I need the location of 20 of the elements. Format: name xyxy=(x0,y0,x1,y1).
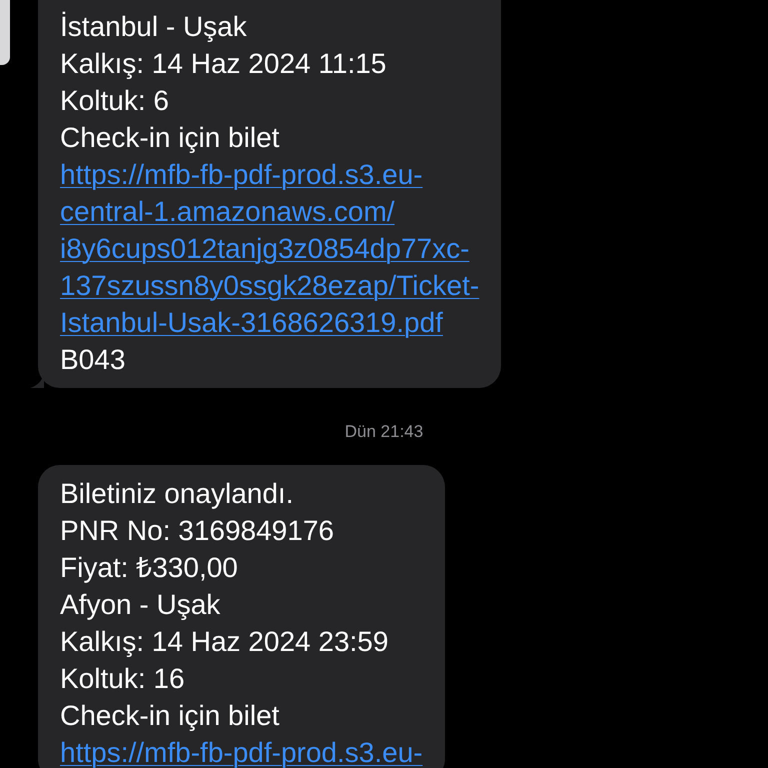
message-timestamp: Dün 21:43 xyxy=(344,421,424,443)
link[interactable]: https://mfb-fb-pdf-prod.s3.eu- xyxy=(60,734,423,768)
message-text: Kalkış: 14 Haz 2024 11:15 xyxy=(60,47,386,81)
message-text: Check-in için bilet xyxy=(60,699,280,733)
message-text: Koltuk: 6 xyxy=(60,84,169,118)
message-text: B043 xyxy=(60,343,126,377)
link[interactable]: 137szussn8y0ssgk28ezap/Ticket- xyxy=(60,267,480,304)
link[interactable]: i8y6cups012tanjg3z0854dp77xc- xyxy=(60,230,470,267)
link[interactable]: Istanbul-Usak-3168626319.pdf xyxy=(60,304,443,341)
message-text: Check-in için bilet xyxy=(60,121,280,155)
message-text: İstanbul - Uşak xyxy=(60,10,247,44)
message-text: Fiyat: ₺330,00 xyxy=(60,551,238,585)
message-text: PNR No: 3169849176 xyxy=(60,514,334,548)
link[interactable]: central-1.amazonaws.com/ xyxy=(60,193,395,230)
panel-edge xyxy=(0,0,10,65)
message-text: Kalkış: 14 Haz 2024 23:59 xyxy=(60,625,388,659)
message-text: Koltuk: 16 xyxy=(60,662,185,696)
link[interactable]: https://mfb-fb-pdf-prod.s3.eu- xyxy=(60,156,423,193)
message-text: Biletiniz onaylandı. xyxy=(60,477,294,511)
message-text: Afyon - Uşak xyxy=(60,588,220,622)
